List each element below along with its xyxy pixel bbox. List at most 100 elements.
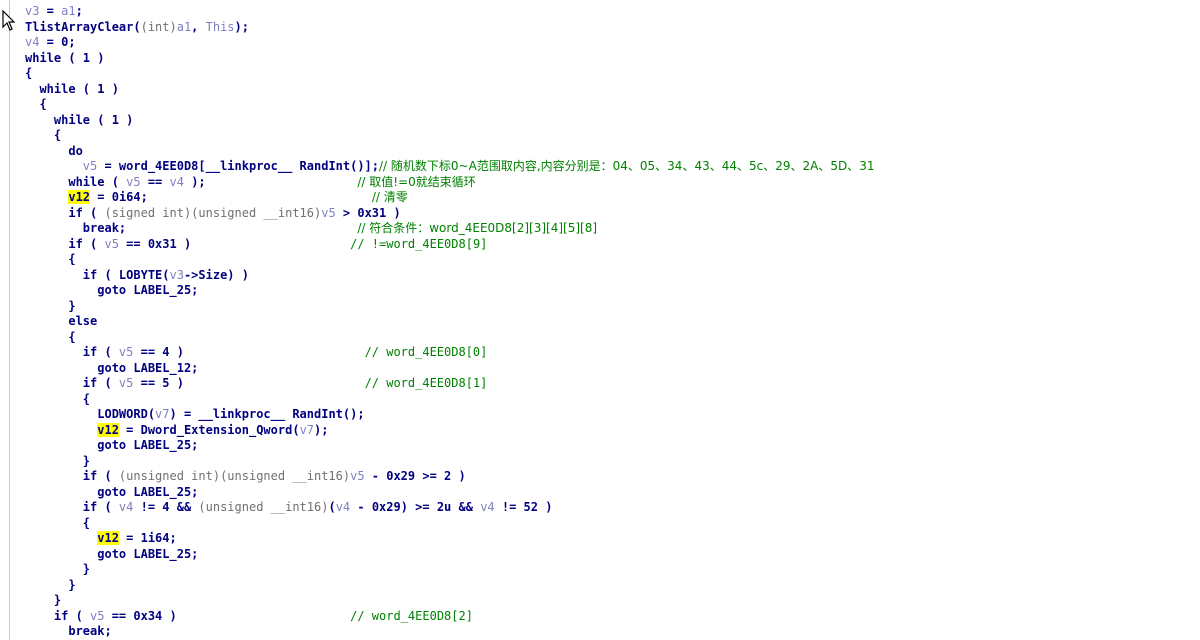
code-line[interactable]: 5v3 = a1; xyxy=(10,4,1200,20)
code-line[interactable]: 1 { xyxy=(10,252,1200,268)
code-line[interactable]: 5 if ( (unsigned int)(unsigned __int16)v… xyxy=(10,469,1200,485)
highlighted-identifier[interactable]: v12 xyxy=(68,190,91,204)
code-text[interactable]: LODWORD(v7) = __linkproc__ RandInt(); xyxy=(25,407,364,423)
variable-token[interactable]: v5 xyxy=(90,609,104,623)
code-line[interactable]: 6TlistArrayClear((int)a1, This); xyxy=(10,20,1200,36)
code-line[interactable]: 5 else xyxy=(10,314,1200,330)
code-text[interactable]: else xyxy=(25,314,97,330)
code-line[interactable]: 0 while ( 1 ) xyxy=(10,82,1200,98)
code-line[interactable]: 4 if ( v5 == 0x34 ) // word_4EE0D8[2] xyxy=(10,609,1200,625)
code-line[interactable]: 8 { xyxy=(10,516,1200,532)
code-text[interactable]: } xyxy=(25,593,61,609)
variable-token[interactable]: v4 xyxy=(480,500,494,514)
variable-token[interactable]: v5 xyxy=(350,469,364,483)
code-text[interactable]: v5 = word_4EE0D8[__linkproc__ RandInt()]… xyxy=(25,159,875,175)
code-line[interactable]: 8while ( 1 ) xyxy=(10,51,1200,67)
code-text[interactable]: v3 = a1; xyxy=(25,4,83,20)
variable-token[interactable]: v5 xyxy=(119,376,133,390)
code-line[interactable]: 3 goto LABEL_25; xyxy=(10,283,1200,299)
variable-token[interactable]: v5 xyxy=(104,237,118,251)
highlighted-identifier[interactable]: v12 xyxy=(97,422,119,437)
code-line[interactable]: 1 } xyxy=(10,562,1200,578)
variable-token[interactable]: v7 xyxy=(155,407,169,421)
variable-token[interactable]: v3 xyxy=(25,4,39,18)
highlighted-identifier[interactable]: v12 xyxy=(97,531,119,545)
variable-token[interactable]: v5 xyxy=(126,175,140,189)
code-text[interactable]: goto LABEL_25; xyxy=(25,485,198,501)
code-text[interactable]: goto LABEL_12; xyxy=(25,361,198,377)
code-text[interactable]: if ( v5 == 0x34 ) // word_4EE0D8[2] xyxy=(25,609,473,625)
variable-token[interactable]: v4 xyxy=(25,35,39,49)
code-text[interactable]: { xyxy=(25,252,75,268)
code-text[interactable]: goto LABEL_25; xyxy=(25,438,198,454)
code-text[interactable]: } xyxy=(25,578,75,594)
code-line[interactable]: 7 if ( v4 != 4 && (unsigned __int16)(v4 … xyxy=(10,500,1200,516)
code-text[interactable]: if ( v5 == 5 ) // word_4EE0D8[1] xyxy=(25,376,488,392)
variable-token[interactable]: v4 xyxy=(119,500,133,514)
code-text[interactable]: v12 = 0i64; // 清零 xyxy=(25,190,408,206)
code-line[interactable]: 2 v12 = Dword_Extension_Qword(v7); xyxy=(10,422,1200,439)
variable-token[interactable]: a1 xyxy=(61,4,75,18)
code-text[interactable]: { xyxy=(25,392,90,408)
code-line[interactable]: 7v4 = 0; xyxy=(10,35,1200,51)
variable-token[interactable]: v5 xyxy=(83,159,97,173)
code-text[interactable]: } xyxy=(25,299,75,315)
code-line[interactable]: 6 while ( v5 == v4 ); // 取值!=0就结束循环 xyxy=(10,175,1200,191)
code-line[interactable]: 6 { xyxy=(10,330,1200,346)
variable-token[interactable]: v4 xyxy=(336,500,350,514)
code-text[interactable]: { xyxy=(25,516,90,532)
code-text[interactable]: while ( 1 ) xyxy=(25,82,118,98)
variable-token[interactable]: This xyxy=(206,20,235,34)
code-text[interactable]: v12 = Dword_Extension_Qword(v7); xyxy=(25,422,328,439)
code-text[interactable]: if ( v5 == 4 ) // word_4EE0D8[0] xyxy=(25,345,488,361)
variable-token[interactable]: v7 xyxy=(300,423,314,437)
code-line[interactable]: 7 if ( v5 == 4 ) // word_4EE0D8[0] xyxy=(10,345,1200,361)
code-line[interactable]: 9 break; // 符合条件：word_4EE0D8[2][3][4][5]… xyxy=(10,221,1200,237)
code-line[interactable]: 9{ xyxy=(10,66,1200,82)
code-text[interactable]: if ( (unsigned int)(unsigned __int16)v5 … xyxy=(25,469,466,485)
code-text[interactable]: { xyxy=(25,66,32,82)
code-text[interactable]: goto LABEL_25; xyxy=(25,547,198,563)
code-line[interactable]: 5 break; xyxy=(10,624,1200,640)
code-line[interactable]: 2 } xyxy=(10,578,1200,594)
code-text[interactable]: if ( LOBYTE(v3->Size) ) xyxy=(25,268,249,284)
code-text[interactable]: v4 = 0; xyxy=(25,35,76,51)
code-line[interactable]: 0 { xyxy=(10,392,1200,408)
code-text[interactable]: break; // 符合条件：word_4EE0D8[2][3][4][5][8… xyxy=(25,221,597,237)
code-text[interactable]: TlistArrayClear((int)a1, This); xyxy=(25,20,249,36)
code-text[interactable]: v12 = 1i64; xyxy=(25,531,177,547)
code-line[interactable]: 0 if ( v5 == 0x31 ) // !=word_4EE0D8[9] xyxy=(10,237,1200,253)
variable-token[interactable]: v5 xyxy=(321,206,335,220)
code-line[interactable]: 1 LODWORD(v7) = __linkproc__ RandInt(); xyxy=(10,407,1200,423)
code-line[interactable]: 2 if ( LOBYTE(v3->Size) ) xyxy=(10,268,1200,284)
code-line[interactable]: 5 v5 = word_4EE0D8[__linkproc__ RandInt(… xyxy=(10,159,1200,175)
code-line[interactable]: 3 goto LABEL_25; xyxy=(10,438,1200,454)
code-text[interactable]: } xyxy=(25,454,90,470)
code-line[interactable]: 4 do xyxy=(10,144,1200,160)
code-text[interactable]: goto LABEL_25; xyxy=(25,283,198,299)
code-line[interactable]: 1 { xyxy=(10,97,1200,113)
code-text[interactable]: if ( v4 != 4 && (unsigned __int16)(v4 - … xyxy=(25,500,553,516)
code-text[interactable]: while ( 1 ) xyxy=(25,51,104,67)
code-line[interactable]: 3 } xyxy=(10,593,1200,609)
code-line[interactable]: 8 if ( (signed int)(unsigned __int16)v5 … xyxy=(10,206,1200,222)
code-line[interactable]: 9 v12 = 1i64; xyxy=(10,531,1200,547)
code-text[interactable]: { xyxy=(25,128,61,144)
code-line[interactable]: 6 goto LABEL_25; xyxy=(10,485,1200,501)
code-line[interactable]: 8 goto LABEL_12; xyxy=(10,361,1200,377)
code-line[interactable]: 4 } xyxy=(10,299,1200,315)
code-line[interactable]: 3 { xyxy=(10,128,1200,144)
variable-token[interactable]: a1 xyxy=(177,20,191,34)
code-text[interactable]: if ( (signed int)(unsigned __int16)v5 > … xyxy=(25,206,400,222)
variable-token[interactable]: v3 xyxy=(170,268,184,282)
code-text[interactable]: break; xyxy=(25,624,111,640)
code-text[interactable]: while ( 1 ) xyxy=(25,113,133,129)
code-text[interactable]: while ( v5 == v4 ); // 取值!=0就结束循环 xyxy=(25,175,475,191)
code-line[interactable]: 4 } xyxy=(10,454,1200,470)
code-line[interactable]: 9 if ( v5 == 5 ) // word_4EE0D8[1] xyxy=(10,376,1200,392)
code-text[interactable]: { xyxy=(25,97,46,113)
code-text[interactable]: if ( v5 == 0x31 ) // !=word_4EE0D8[9] xyxy=(25,237,487,253)
code-text[interactable]: do xyxy=(25,144,82,160)
code-text[interactable]: } xyxy=(25,562,90,578)
variable-token[interactable]: v4 xyxy=(170,175,184,189)
